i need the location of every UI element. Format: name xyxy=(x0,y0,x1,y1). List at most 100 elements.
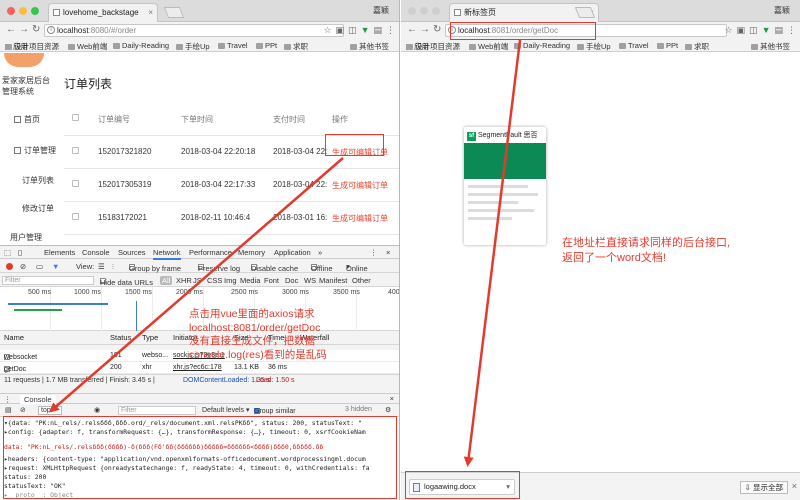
log-levels-select[interactable]: Default levels ▾ xyxy=(202,406,249,414)
tab-memory[interactable]: Memory xyxy=(238,248,265,257)
maximize-window-button[interactable] xyxy=(432,7,440,15)
forward-icon[interactable]: → xyxy=(420,24,430,36)
large-rows-icon[interactable]: ☰ xyxy=(98,262,105,271)
bookmark-design[interactable]: 设计项目资源 xyxy=(5,41,59,51)
filter-css[interactable]: CSS xyxy=(207,276,222,285)
column-header[interactable]: Status xyxy=(110,333,131,342)
bookmark-daily[interactable]: Daily-Reading xyxy=(514,41,570,50)
tab-application[interactable]: Application xyxy=(274,248,311,257)
extension-icon[interactable]: ▤ xyxy=(774,25,783,35)
devtools-inspect-icon[interactable]: ⬚ xyxy=(4,248,11,257)
console-eye-icon[interactable]: ◉ xyxy=(94,406,100,414)
minimize-window-button[interactable] xyxy=(19,7,27,15)
throttling-select[interactable]: Online ▾ xyxy=(346,262,368,273)
bookmark-jobs[interactable]: 求职 xyxy=(685,41,709,51)
filter-img[interactable]: Img xyxy=(224,276,237,285)
extension-icon[interactable]: ▣ xyxy=(336,25,345,35)
filter-ws[interactable]: WS xyxy=(304,276,316,285)
camera-icon[interactable]: ▭ xyxy=(36,262,43,271)
bookmark-ppt[interactable]: PPt xyxy=(657,41,678,50)
extension-icon[interactable]: ◫ xyxy=(749,25,758,35)
row-checkbox[interactable] xyxy=(72,147,79,154)
console-clear-icon[interactable]: ⊘ xyxy=(20,406,26,414)
bookmark-design[interactable]: 设计项目资源 xyxy=(406,41,460,51)
tab-elements[interactable]: Elements xyxy=(44,248,75,257)
filter-media[interactable]: Media xyxy=(240,276,260,285)
filter-doc[interactable]: Doc xyxy=(285,276,298,285)
context-select[interactable]: top xyxy=(38,406,62,415)
info-icon[interactable]: i xyxy=(47,26,55,34)
sidebar-item-edit-order[interactable]: 修改订单 xyxy=(22,203,54,214)
bookmark-travel[interactable]: Travel xyxy=(619,41,649,50)
bookmark-daily[interactable]: Daily-Reading xyxy=(113,41,169,50)
profile-name[interactable]: 嘉颖 xyxy=(774,5,790,16)
tab-network[interactable]: Network xyxy=(153,248,181,260)
forward-icon[interactable]: → xyxy=(19,24,29,36)
menu-icon[interactable]: ⋮ xyxy=(787,25,796,35)
row-checkbox[interactable] xyxy=(72,213,79,220)
sidebar-item-order-list[interactable]: 订单列表 xyxy=(22,175,54,186)
star-icon[interactable]: ☆ xyxy=(724,25,732,35)
close-download-bar-icon[interactable]: × xyxy=(792,481,797,491)
filter-all[interactable]: All xyxy=(160,276,173,285)
profile-name[interactable]: 嘉颖 xyxy=(373,5,389,16)
console-filter-input[interactable]: Filter xyxy=(118,406,196,415)
bookmark-jobs[interactable]: 求职 xyxy=(284,41,308,51)
extension-icon[interactable]: ▼ xyxy=(762,25,771,35)
row-checkbox[interactable] xyxy=(72,180,79,187)
filter-icon[interactable]: ▼ xyxy=(52,262,59,271)
close-drawer-icon[interactable]: × xyxy=(390,394,394,403)
device-toolbar-icon[interactable]: ▯ xyxy=(18,248,22,257)
tab-console[interactable]: Console xyxy=(82,248,110,257)
clear-icon[interactable]: ⊘ xyxy=(20,262,26,271)
bookmark-sketch[interactable]: 手绘Up xyxy=(577,41,611,51)
sidebar-item-home[interactable]: 首页 xyxy=(14,114,40,125)
column-header[interactable]: Name xyxy=(4,333,24,342)
console-sidebar-icon[interactable]: ▤ xyxy=(5,406,12,414)
drawer-menu-icon[interactable]: ⋮ xyxy=(4,395,12,404)
filter-js[interactable]: JS xyxy=(193,276,202,285)
filter-xhr[interactable]: XHR xyxy=(176,276,192,285)
generate-editable-order-link[interactable]: 生成可编辑订单 xyxy=(332,180,388,191)
filter-font[interactable]: Font xyxy=(264,276,279,285)
more-tabs-icon[interactable]: » xyxy=(318,248,322,257)
bookmark-other[interactable]: 其他书签 xyxy=(751,41,790,51)
bookmark-web[interactable]: Web前端 xyxy=(68,41,107,51)
back-icon[interactable]: ← xyxy=(407,24,417,36)
close-window-button[interactable] xyxy=(7,7,15,15)
extension-icon[interactable]: ◫ xyxy=(348,25,357,35)
maximize-window-button[interactable] xyxy=(31,7,39,15)
generate-editable-order-link[interactable]: 生成可编辑订单 xyxy=(332,213,388,224)
bookmark-sketch[interactable]: 手绘Up xyxy=(176,41,210,51)
back-icon[interactable]: ← xyxy=(6,24,16,36)
bookmark-other[interactable]: 其他书签 xyxy=(350,41,389,51)
tab-sources[interactable]: Sources xyxy=(118,248,146,257)
minimize-window-button[interactable] xyxy=(420,7,428,15)
address-bar[interactable]: i localhost:8080/#/order xyxy=(44,24,344,37)
sidebar-item-orders[interactable]: 订单管理 xyxy=(14,145,56,156)
close-window-button[interactable] xyxy=(408,7,416,15)
most-visited-tile[interactable]: sf SegmentFault 思否 xyxy=(464,127,546,245)
close-tab-icon[interactable]: × xyxy=(148,4,153,21)
bookmark-travel[interactable]: Travel xyxy=(218,41,248,50)
devtools-menu-icon[interactable]: ⋮ xyxy=(370,248,378,257)
new-tab-button[interactable] xyxy=(163,7,185,18)
bookmark-ppt[interactable]: PPt xyxy=(256,41,277,50)
request-initiator[interactable]: xhr.js?ec6c:178 xyxy=(173,364,222,371)
record-icon[interactable] xyxy=(6,263,13,270)
bookmark-web[interactable]: Web前端 xyxy=(469,41,508,51)
column-header[interactable]: Type xyxy=(142,333,158,342)
browser-tab-lovehome[interactable]: lovehome_backstage × xyxy=(48,3,158,22)
extension-icon[interactable]: ▤ xyxy=(373,25,382,35)
overview-icon[interactable]: ⫶ xyxy=(112,262,114,272)
network-filter-input[interactable]: Filter xyxy=(2,276,94,285)
close-devtools-icon[interactable]: × xyxy=(386,248,390,257)
network-request-row[interactable]: getDoc 200 xhr xhr.js?ec6c:178 13.1 KB 3… xyxy=(0,362,399,374)
gear-icon[interactable]: ⚙ xyxy=(385,406,391,414)
select-all-checkbox[interactable] xyxy=(72,114,79,121)
sidebar-item-users[interactable]: 用户管理 xyxy=(10,232,42,243)
star-icon[interactable]: ☆ xyxy=(323,25,331,35)
tab-performance[interactable]: Performance xyxy=(189,248,232,257)
reload-icon[interactable]: ↻ xyxy=(32,24,40,36)
extension-icon[interactable]: ▣ xyxy=(737,25,746,35)
